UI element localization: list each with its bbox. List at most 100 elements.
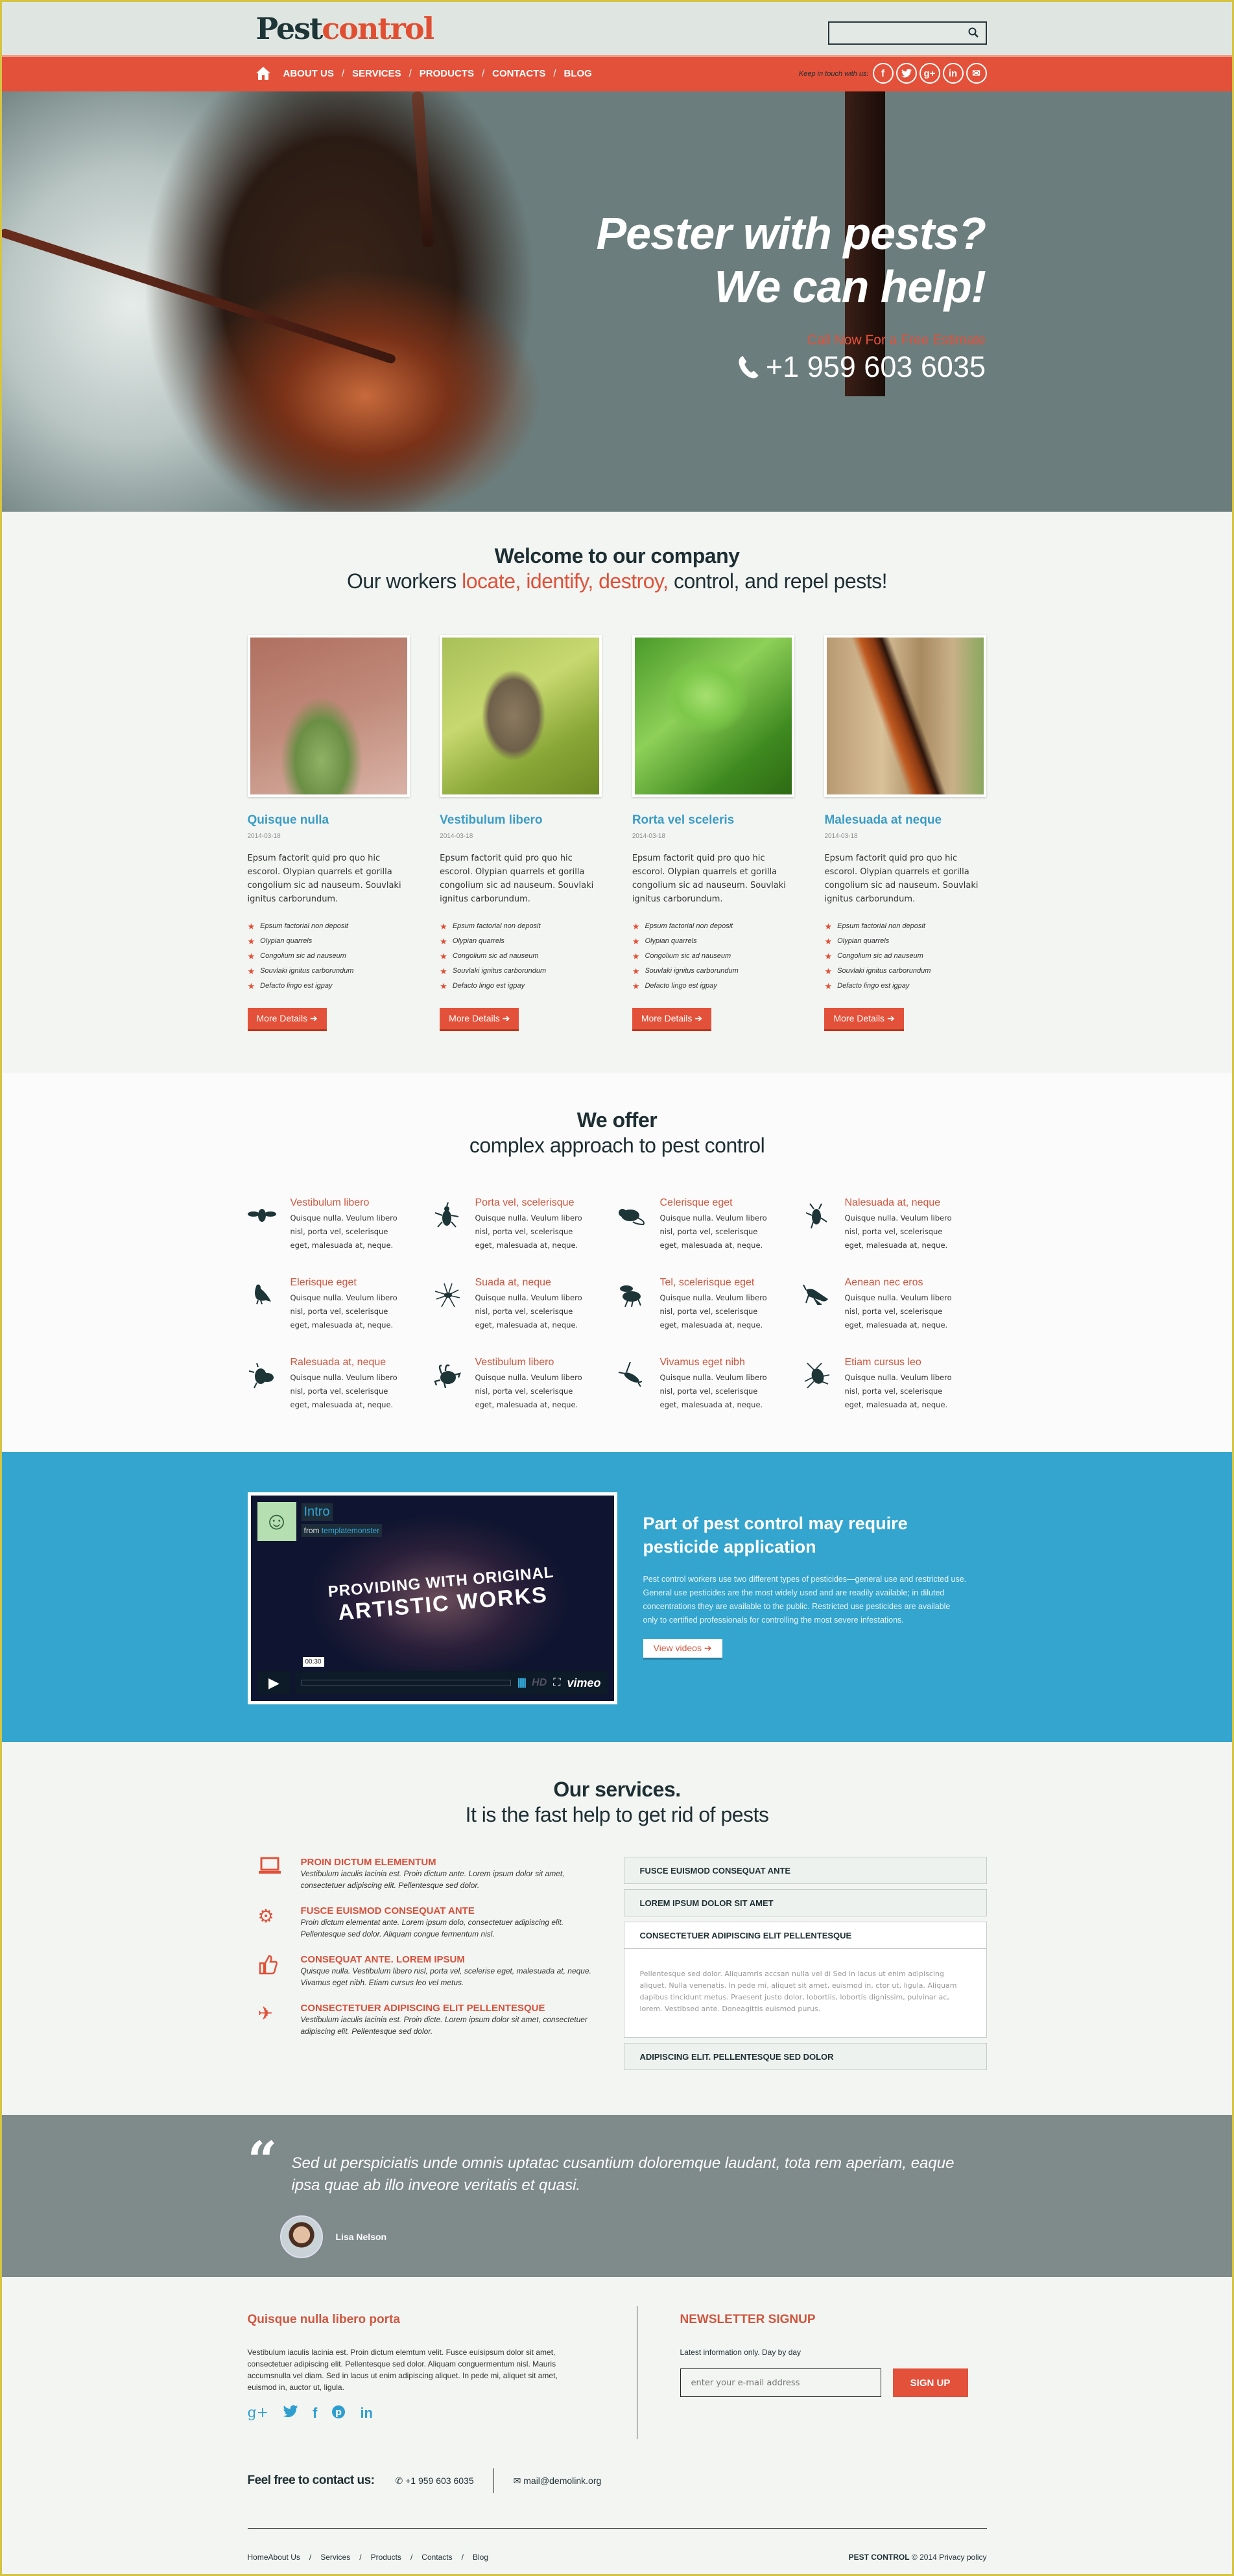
envelope-icon: ✉ (513, 2475, 521, 2486)
footer-link[interactable]: Services (320, 2553, 350, 2562)
nav-about[interactable]: ABOUT US (283, 68, 334, 79)
card-title[interactable]: Rorta vel sceleris (632, 813, 794, 828)
mail-icon[interactable]: ✉ (966, 63, 987, 84)
hd-toggle[interactable]: HD (532, 1677, 547, 1689)
offer-item: Porta vel, scelerisque Quisque nulla. Veu… (433, 1197, 617, 1252)
search-box[interactable] (827, 21, 987, 45)
pinterest-icon[interactable]: p (331, 2405, 346, 2422)
services-title: Our services. (553, 1778, 681, 1801)
vimeo-logo[interactable]: vimeo (567, 1676, 600, 1690)
privacy-link[interactable]: Privacy policy (939, 2553, 986, 2562)
footer-phone[interactable]: ✆ +1 959 603 6035 (396, 2475, 474, 2487)
hero-phone[interactable]: +1 959 603 6035 (596, 351, 986, 383)
offer-item-title[interactable]: Suada at, neque (475, 1277, 586, 1289)
offer-item-title[interactable]: Aenean nec eros (845, 1277, 955, 1289)
offer-item-title[interactable]: Vestibulum libero (291, 1197, 401, 1209)
offer-section: We offer complex approach to pest contro… (2, 1073, 1232, 1452)
fullscreen-icon[interactable]: ⛶ (553, 1677, 560, 1689)
view-videos-button[interactable]: View videos ➔ (643, 1639, 722, 1660)
footer-link[interactable]: Contacts (421, 2553, 452, 2562)
accordion-item[interactable]: LOREM IPSUM DOLOR SIT AMET (623, 1889, 987, 1916)
cockroach-photo[interactable] (824, 635, 987, 797)
card-title[interactable]: Quisque nulla (248, 813, 410, 828)
service-item: CONSEQUAT ANTE. LOREM IPSUM Quisque nulla… (248, 1954, 598, 1988)
home-icon[interactable] (255, 66, 271, 80)
linkedin-icon[interactable]: in (360, 2405, 373, 2422)
card-bullet: ★ Souvlaki ignitus carborundum (824, 964, 986, 979)
more-details-button[interactable]: More Details ➔ (247, 1008, 327, 1031)
offer-item-text: Quisque nulla. Veulum libero nisl, porta… (844, 1293, 952, 1330)
card-bullet: ★ Epsum factorial non deposit (632, 919, 794, 934)
card-title[interactable]: Malesuada at neque (824, 813, 986, 828)
offer-item: Tel, scelerisque eget Quisque nulla. Veul… (617, 1277, 802, 1332)
footer-link[interactable]: HomeAbout Us (248, 2553, 300, 2562)
more-details-button[interactable]: More Details ➔ (824, 1008, 904, 1031)
sign-up-button[interactable]: SIGN UP (892, 2368, 968, 2397)
accordion-header[interactable]: CONSECTETUER ADIPISCING ELIT PELLENTESQU… (624, 1922, 986, 1949)
grasshopper-photo[interactable] (247, 635, 410, 797)
twitter-icon[interactable] (896, 63, 917, 84)
card-title[interactable]: Vestibulum libero (440, 813, 602, 828)
twitter-icon[interactable] (283, 2405, 298, 2422)
video-progress-track[interactable] (301, 1680, 511, 1686)
offer-item-title[interactable]: Nalesuada at, neque (845, 1197, 955, 1209)
offer-item-title[interactable]: Celerisque eget (660, 1197, 770, 1209)
footer: Quisque nulla libero porta Vestibulum ia… (2, 2277, 1232, 2574)
offer-item: Vestibulum libero Quisque nulla. Veulum l… (433, 1357, 617, 1412)
offer-item: Elerisque eget Quisque nulla. Veulum libe… (248, 1277, 433, 1332)
card-bullet: ★ Souvlaki ignitus carborundum (248, 964, 410, 979)
google-plus-icon[interactable]: g+ (248, 2405, 269, 2422)
offer-item: Ralesuada at, neque Quisque nulla. Veulum… (248, 1357, 433, 1412)
video-title[interactable]: Intro (301, 1503, 333, 1521)
offer-item-title[interactable]: Tel, scelerisque eget (660, 1277, 770, 1289)
rat-icon (617, 1197, 660, 1252)
star-icon: ★ (632, 981, 640, 991)
caterpillar-photo[interactable] (632, 635, 794, 797)
nav-services[interactable]: SERVICES (352, 68, 401, 79)
more-details-button[interactable]: More Details ➔ (440, 1008, 519, 1031)
accordion-item[interactable]: ADIPISCING ELIT. PELLENTESQUE SED DOLOR (623, 2043, 987, 2070)
facebook-icon[interactable]: f (872, 63, 894, 84)
video-author[interactable]: from templatemonster (301, 1524, 383, 1537)
footer-link[interactable]: Products (371, 2553, 401, 2562)
accordion-item[interactable]: FUSCE EUISMOD CONSEQUAT ANTE (623, 1857, 987, 1884)
channel-avatar[interactable]: ☺ (257, 1502, 296, 1541)
offer-item-title[interactable]: Porta vel, scelerisque (475, 1197, 586, 1209)
plane-icon: ✈ (257, 2003, 273, 2023)
hero-image-antenna (2, 228, 397, 365)
beetle-photo[interactable] (440, 635, 602, 797)
star-icon: ★ (824, 951, 833, 961)
card-text: Epsum factorit quid pro quo hic escorol.… (632, 853, 786, 904)
google-plus-icon[interactable]: g+ (919, 63, 940, 84)
video-player[interactable]: ☺ Intro from templatemonster PROVIDING W… (247, 1492, 617, 1704)
logo[interactable]: Pestcontrol (256, 14, 435, 43)
testimonial-quote: Sed ut perspiciatis unde omnis uptatac c… (291, 2154, 955, 2194)
hero-headline-1: Pester with pests? (596, 208, 986, 259)
nav-blog[interactable]: BLOG (564, 68, 592, 79)
star-icon: ★ (824, 981, 833, 991)
earwig-icon (617, 1357, 660, 1412)
more-details-button[interactable]: More Details ➔ (632, 1008, 712, 1031)
header: Pestcontrol (2, 2, 1232, 55)
arrow-right-icon: ➔ (694, 1013, 703, 1023)
offer-item-title[interactable]: Ralesuada at, neque (291, 1357, 401, 1368)
footer-link[interactable]: Blog (473, 2553, 488, 2562)
hero-image-antenna-2 (411, 91, 434, 248)
card-bullet: ★ Defacto lingo est igpay (248, 979, 410, 994)
linkedin-icon[interactable]: in (942, 63, 964, 84)
card-date: 2014-03-18 (247, 833, 281, 840)
offer-item-title[interactable]: Vestibulum libero (475, 1357, 586, 1368)
newsletter-email-input[interactable] (680, 2368, 881, 2397)
volume-icon[interactable]: ||||| (517, 1677, 527, 1689)
play-icon[interactable]: ▶ (257, 1671, 291, 1695)
facebook-icon[interactable]: f (313, 2405, 317, 2422)
footer-email[interactable]: ✉ mail@demolink.org (514, 2475, 602, 2487)
nav-contacts[interactable]: CONTACTS (492, 68, 545, 79)
arrow-right-icon: ➔ (309, 1013, 318, 1023)
offer-item-title[interactable]: Vivamus eget nibh (660, 1357, 770, 1368)
search-icon[interactable] (967, 27, 979, 38)
footer-rule (247, 2528, 987, 2529)
nav-products[interactable]: PRODUCTS (420, 68, 474, 79)
offer-item-title[interactable]: Elerisque eget (291, 1277, 401, 1289)
offer-item-title[interactable]: Etiam cursus leo (845, 1357, 955, 1368)
